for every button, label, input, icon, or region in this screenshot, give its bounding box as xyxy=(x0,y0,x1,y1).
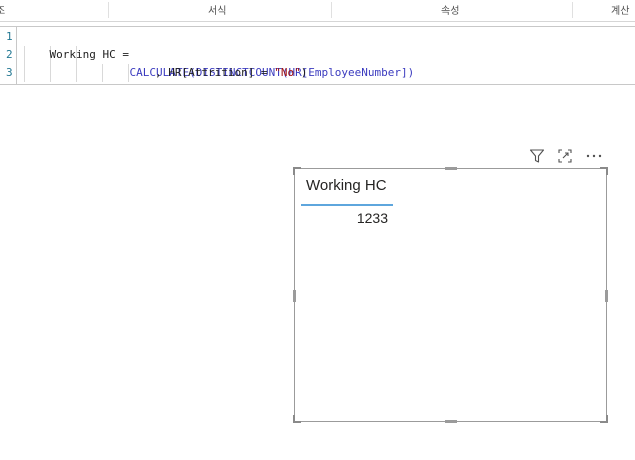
resize-handle-top-left[interactable] xyxy=(293,167,301,175)
closing-paren-token: ) xyxy=(300,66,308,79)
filter-icon[interactable] xyxy=(529,148,545,164)
ribbon-group-label-properties: 속성 xyxy=(441,6,460,17)
card-title-underline xyxy=(301,204,393,206)
line-number: 2 xyxy=(6,48,13,61)
resize-handle-bottom-left[interactable] xyxy=(293,415,301,423)
line-number-gutter: 1 2 3 xyxy=(0,27,17,84)
card-visual[interactable]: Working HC 1233 xyxy=(293,167,608,423)
resize-handle-top-right[interactable] xyxy=(600,167,608,175)
card-value: 1233 xyxy=(356,210,388,226)
more-options-icon[interactable] xyxy=(585,148,602,164)
ribbon-group-label-format: 서식 xyxy=(208,6,227,17)
resize-handle-right[interactable] xyxy=(605,290,608,302)
string-literal-token: "No" xyxy=(274,66,301,79)
resize-handle-left[interactable] xyxy=(293,290,296,302)
card-title: Working HC xyxy=(306,177,387,194)
ribbon-separator xyxy=(331,2,332,18)
visual-header xyxy=(528,148,608,164)
line-number: 1 xyxy=(6,30,13,43)
ribbon-group-label-calculations: 계산 xyxy=(611,6,630,17)
code-line-3: , HR[Attrition] = "No") xyxy=(155,64,307,82)
ribbon-separator xyxy=(572,2,573,18)
resize-handle-bottom-right[interactable] xyxy=(600,415,608,423)
line-number: 3 xyxy=(6,66,13,79)
formula-editor[interactable]: 1 2 3 Working HC = CALCULATE(DISTINCTCOU… xyxy=(0,26,635,85)
filter-expression-token: , HR[Attrition] = xyxy=(155,66,275,79)
resize-handle-bottom[interactable] xyxy=(445,420,457,423)
resize-handle-top[interactable] xyxy=(445,167,457,170)
ribbon-separator xyxy=(108,2,109,18)
focus-mode-icon[interactable] xyxy=(557,148,573,164)
ribbon-group-label-partial: 조 xyxy=(0,6,6,17)
ribbon-group-strip: 조 서식 속성 계산 xyxy=(0,0,635,22)
